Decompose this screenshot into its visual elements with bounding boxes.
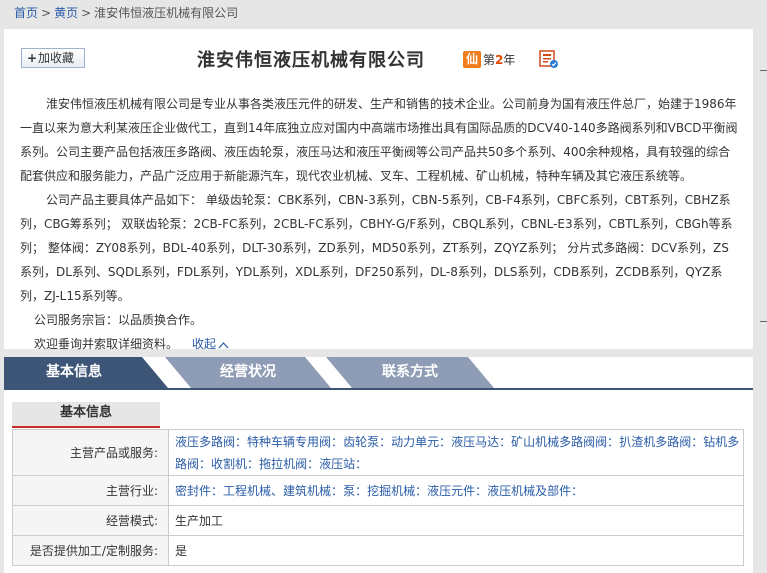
value-separator: ： — [247, 456, 260, 471]
info-value-text: 生产加工 — [175, 513, 224, 528]
info-value-link[interactable]: 收割机 — [211, 457, 247, 471]
company-name: 淮安伟恒液压机械有限公司 — [197, 50, 425, 71]
info-value-link[interactable]: 液压元件 — [427, 484, 475, 498]
info-value-link[interactable]: 泵 — [343, 484, 355, 498]
value-separator: ： — [499, 434, 512, 449]
description-service-motto: 公司服务宗旨：以品质换合作。 — [34, 313, 203, 327]
contact-invite-text: 欢迎垂询并索取详细资料。 — [34, 337, 179, 351]
info-value-link[interactable]: 特种车辆专用阀 — [247, 435, 331, 449]
basic-info-table: 主营产品或服务: 液压多路阀：特种车辆专用阀：齿轮泵：动力单元：液压马达：矿山机械… — [12, 429, 744, 566]
edge-mark — [760, 70, 767, 71]
value-separator: ： — [235, 434, 248, 449]
breadcrumb-separator: > — [41, 6, 52, 20]
breadcrumb-yellow-pages-link[interactable]: 黄页 — [54, 6, 78, 20]
info-row: 主营行业: 密封件：工程机械、建筑机械：泵：挖掘机械：液压元件：液压机械及部件： — [12, 475, 744, 506]
value-separator: ： — [607, 434, 620, 449]
info-value-link[interactable]: 挖掘机械 — [367, 484, 415, 498]
breadcrumb-separator: > — [81, 6, 92, 20]
edge-mark — [760, 321, 767, 322]
basic-info-heading: 基本信息 — [12, 402, 160, 428]
collapse-label: 收起 — [192, 337, 217, 351]
breadcrumb-current: 淮安伟恒液压机械有限公司 — [94, 6, 239, 20]
info-row-label: 是否提供加工/定制服务: — [12, 535, 169, 566]
info-value-text: 是 — [175, 543, 188, 558]
membership-icon: 仙 — [463, 51, 481, 68]
value-separator: ： — [571, 483, 584, 498]
value-separator: ： — [691, 434, 704, 449]
chevron-up-icon — [218, 341, 229, 348]
value-separator: ： — [475, 483, 488, 498]
tab-basic-info[interactable]: 基本信息 — [4, 357, 168, 388]
info-value-link[interactable]: 动力单元 — [391, 435, 439, 449]
value-separator: ： — [331, 483, 344, 498]
info-tab-bar: 基本信息 经营状况 联系方式 — [4, 357, 753, 390]
info-row-value: 液压多路阀：特种车辆专用阀：齿轮泵：动力单元：液压马达：矿山机械多路阀阀：扒渣机… — [168, 429, 744, 476]
breadcrumb: 首页 > 黄页 > 淮安伟恒液压机械有限公司 — [14, 4, 238, 22]
info-row-value: 密封件：工程机械、建筑机械：泵：挖掘机械：液压元件：液压机械及部件： — [168, 475, 744, 506]
value-separator: ： — [307, 456, 320, 471]
value-separator: ： — [331, 434, 344, 449]
description-products: 公司产品主要具体产品如下： 单级齿轮泵：CBK系列，CBN-3系列，CBN-5系… — [20, 193, 733, 303]
value-separator: ： — [355, 483, 368, 498]
value-separator: ： — [211, 483, 224, 498]
tab-contact-label: 联系方式 — [382, 364, 438, 380]
info-row-value: 是 — [168, 535, 744, 566]
info-row-label: 主营行业: — [12, 475, 169, 506]
info-row: 是否提供加工/定制服务: 是 — [12, 535, 744, 566]
year-prefix: 第 — [483, 53, 496, 67]
membership-year-badge: 仙第2年 — [463, 51, 515, 69]
info-value-link[interactable]: 工程机械、建筑机械 — [223, 484, 331, 498]
info-row-label: 经营模式: — [12, 505, 169, 536]
tab-basic-label: 基本信息 — [46, 364, 102, 380]
info-row-label: 主营产品或服务: — [12, 429, 169, 476]
value-separator: ： — [439, 434, 452, 449]
value-separator: ： — [379, 434, 392, 449]
value-separator: ： — [199, 456, 212, 471]
info-row: 主营产品或服务: 液压多路阀：特种车辆专用阀：齿轮泵：动力单元：液压马达：矿山机械… — [12, 429, 744, 476]
tab-contact[interactable]: 联系方式 — [326, 357, 494, 388]
plus-icon: + — [26, 51, 38, 65]
info-value-link[interactable]: 液压站 — [319, 457, 355, 471]
info-value-link[interactable]: 拖拉机阀 — [259, 457, 307, 471]
basic-info-panel: 基本信息 主营产品或服务: 液压多路阀：特种车辆专用阀：齿轮泵：动力单元：液压马达… — [4, 390, 753, 573]
certificate-icon[interactable] — [539, 50, 559, 69]
year-suffix: 年 — [503, 53, 516, 67]
company-description: 淮安伟恒液压机械有限公司是专业从事各类液压元件的研发、生产和销售的技术企业。公司… — [20, 92, 738, 356]
add-favorite-label: 加收藏 — [38, 51, 75, 65]
company-profile-panel: +加收藏 淮安伟恒液压机械有限公司 仙第2年 淮安伟恒液压机械有限公司是专业从事… — [4, 29, 753, 351]
info-value-link[interactable]: 密封件 — [175, 484, 211, 498]
info-row: 经营模式: 生产加工 — [12, 505, 744, 536]
description-contact-invite: 欢迎垂询并索取详细资料。 收起 — [20, 332, 738, 356]
info-value-link[interactable]: 液压马达 — [451, 435, 499, 449]
info-row-value: 生产加工 — [168, 505, 744, 536]
value-separator: ： — [355, 456, 368, 471]
value-separator: ： — [415, 483, 428, 498]
tab-business-status[interactable]: 经营状况 — [165, 357, 331, 388]
info-value-link[interactable]: 矿山机械多路阀阀 — [511, 435, 607, 449]
collapse-link[interactable]: 收起 — [192, 337, 229, 351]
info-value-link[interactable]: 液压多路阀 — [175, 435, 235, 449]
breadcrumb-home-link[interactable]: 首页 — [14, 6, 38, 20]
tab-business-label: 经营状况 — [220, 364, 276, 380]
info-value-link[interactable]: 液压机械及部件 — [487, 484, 571, 498]
description-intro: 淮安伟恒液压机械有限公司是专业从事各类液压元件的研发、生产和销售的技术企业。公司… — [20, 97, 738, 183]
info-value-link[interactable]: 齿轮泵 — [343, 435, 379, 449]
info-value-link[interactable]: 扒渣机多路阀 — [619, 435, 691, 449]
add-favorite-button[interactable]: +加收藏 — [21, 48, 85, 68]
